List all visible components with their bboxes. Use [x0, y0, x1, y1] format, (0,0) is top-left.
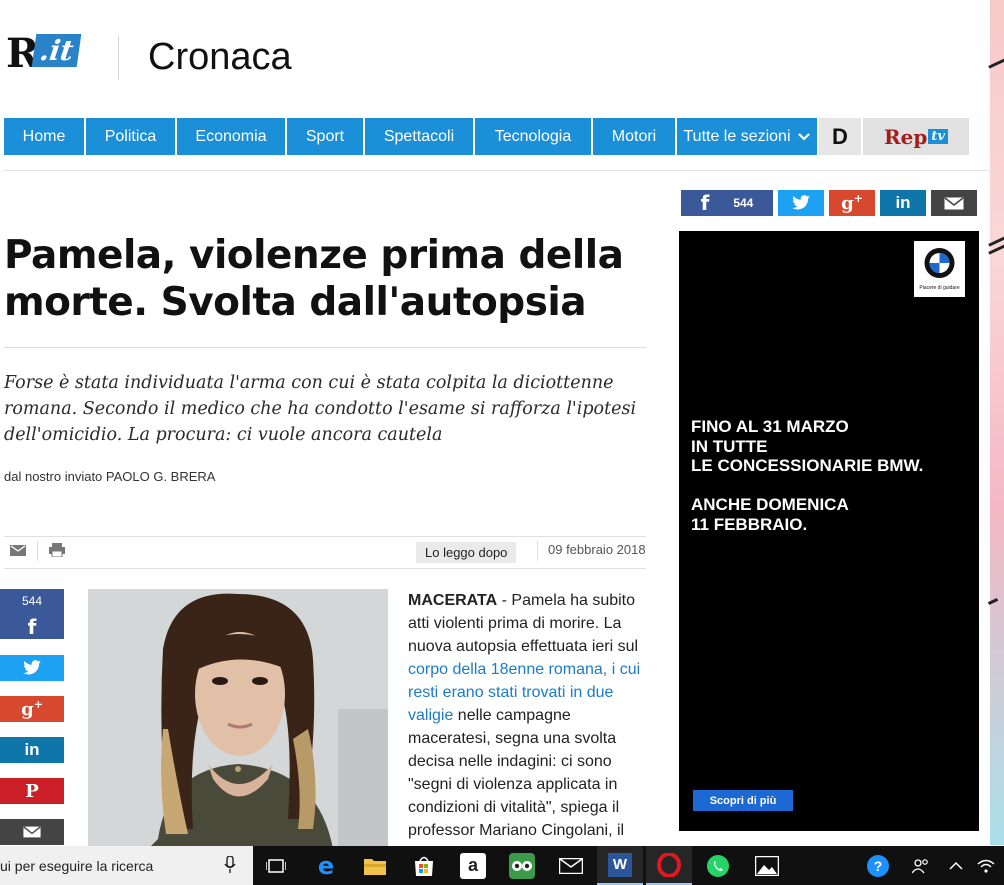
article-headline: Pamela, violenze prima della morte. Svol…: [4, 233, 624, 325]
taskbar-search-box[interactable]: ui per eseguire la ricerca: [0, 846, 253, 885]
share-email-top[interactable]: [931, 190, 977, 216]
bmw-logo-icon: [924, 248, 955, 278]
photos-icon[interactable]: [744, 846, 790, 885]
nav-all-sections-label: Tutte le sezioni: [683, 127, 791, 145]
main-nav: Home Politica Economia Sport Spettacoli …: [4, 118, 969, 155]
background-edge: [990, 0, 1004, 845]
article-photo[interactable]: [88, 589, 388, 849]
nav-d-button[interactable]: D: [819, 118, 861, 155]
store-icon[interactable]: [401, 846, 447, 885]
nav-politica[interactable]: Politica: [86, 118, 175, 155]
wifi-icon[interactable]: [972, 846, 1000, 885]
page: R .it Cronaca Home Politica Economia Spo…: [0, 0, 1004, 885]
file-explorer-icon[interactable]: [352, 846, 398, 885]
share-twitter-top[interactable]: [778, 190, 824, 216]
task-view-icon[interactable]: [253, 846, 299, 885]
linkedin-icon: in: [895, 193, 911, 212]
google-plus-icon: g+: [841, 192, 863, 214]
taskbar-search-placeholder: ui per eseguire la ricerca: [0, 858, 154, 874]
nav-economia[interactable]: Economia: [177, 118, 285, 155]
nav-motori[interactable]: Motori: [593, 118, 675, 155]
amazon-icon[interactable]: a: [450, 846, 496, 885]
facebook-share-count: 544: [733, 196, 754, 210]
bmw-advertisement[interactable]: Piacere di guidare FINO AL 31 MARZO IN T…: [679, 231, 979, 831]
nav-home[interactable]: Home: [4, 118, 84, 155]
nav-sport[interactable]: Sport: [287, 118, 363, 155]
share-facebook-top[interactable]: f 544: [681, 190, 773, 216]
ad-cta-button[interactable]: Scopri di più: [693, 790, 793, 811]
word-icon[interactable]: W: [597, 846, 643, 885]
header-divider: [118, 36, 119, 80]
printer-icon: [49, 543, 65, 558]
side-share-facebook[interactable]: 544 f: [0, 589, 64, 639]
linkedin-icon: in: [24, 740, 40, 759]
edge-icon[interactable]: e: [303, 846, 349, 885]
email-tool[interactable]: [10, 543, 26, 561]
bmw-logo-box: Piacere di guidare: [914, 241, 965, 297]
ad-headline: FINO AL 31 MARZO IN TUTTE LE CONCESSIONA…: [691, 417, 924, 534]
chevron-down-icon: [797, 132, 810, 141]
reptv-logo-tv: tv: [928, 129, 948, 144]
bmw-tagline: Piacere di guidare: [919, 285, 960, 291]
article-summary: Forse è stata individuata l'arma con cui…: [4, 373, 637, 445]
tripadvisor-icon[interactable]: [499, 846, 545, 885]
google-plus-icon: g+: [21, 698, 43, 720]
reptv-logo-rep: Rep: [884, 124, 928, 149]
twitter-icon: [23, 660, 41, 675]
read-later-button[interactable]: Lo leggo dopo: [416, 542, 517, 563]
people-icon[interactable]: [906, 846, 936, 885]
article-dateline: MACERATA: [408, 592, 498, 609]
article-date: 09 febbraio 2018: [548, 542, 646, 557]
article-body: MACERATA - Pamela ha subito atti violent…: [408, 589, 648, 842]
chevron-up-icon[interactable]: [944, 846, 968, 885]
share-googleplus-top[interactable]: g+: [829, 190, 875, 216]
side-share-email[interactable]: [0, 819, 64, 845]
facebook-icon: f: [27, 615, 37, 639]
email-icon: [23, 826, 41, 838]
nav-all-sections[interactable]: Tutte le sezioni: [677, 118, 817, 155]
section-title[interactable]: Cronaca: [148, 36, 292, 79]
email-icon: [944, 196, 964, 209]
nav-spettacoli[interactable]: Spettacoli: [365, 118, 473, 155]
twitter-icon: [792, 195, 810, 210]
logo-it: .it: [31, 34, 82, 67]
nav-reptv-button[interactable]: Rep tv: [863, 118, 969, 155]
facebook-icon: f: [700, 191, 710, 215]
article-body-text-2: nelle campagne maceratesi, segna una svo…: [408, 707, 625, 839]
side-share-twitter[interactable]: [0, 655, 64, 681]
help-icon[interactable]: ?: [862, 846, 894, 885]
tools-divider-top: [4, 536, 646, 537]
nav-tecnologia[interactable]: Tecnologia: [475, 118, 591, 155]
nav-divider: [4, 170, 996, 171]
envelope-icon: [10, 545, 26, 556]
article-byline: dal nostro inviato PAOLO G. BRERA: [4, 469, 216, 484]
portrait-image: [88, 589, 388, 849]
opera-icon[interactable]: [646, 846, 692, 885]
share-linkedin-top[interactable]: in: [880, 190, 926, 216]
side-share-pinterest[interactable]: P: [0, 778, 64, 804]
windows-taskbar: ui per eseguire la ricerca e a W ?: [0, 846, 1004, 885]
whatsapp-icon[interactable]: [695, 846, 741, 885]
side-share-linkedin[interactable]: in: [0, 737, 64, 763]
mail-icon[interactable]: [548, 846, 594, 885]
tool-divider: [37, 541, 38, 561]
print-tool[interactable]: [49, 543, 65, 562]
headline-divider: [4, 347, 646, 348]
side-facebook-count: 544: [21, 594, 43, 608]
tool-divider: [537, 541, 538, 561]
tools-divider-bottom: [4, 568, 646, 569]
pinterest-icon: P: [25, 780, 39, 802]
side-share-googleplus[interactable]: g+: [0, 696, 64, 722]
site-logo[interactable]: R .it: [6, 30, 86, 78]
microphone-icon[interactable]: [224, 856, 236, 874]
